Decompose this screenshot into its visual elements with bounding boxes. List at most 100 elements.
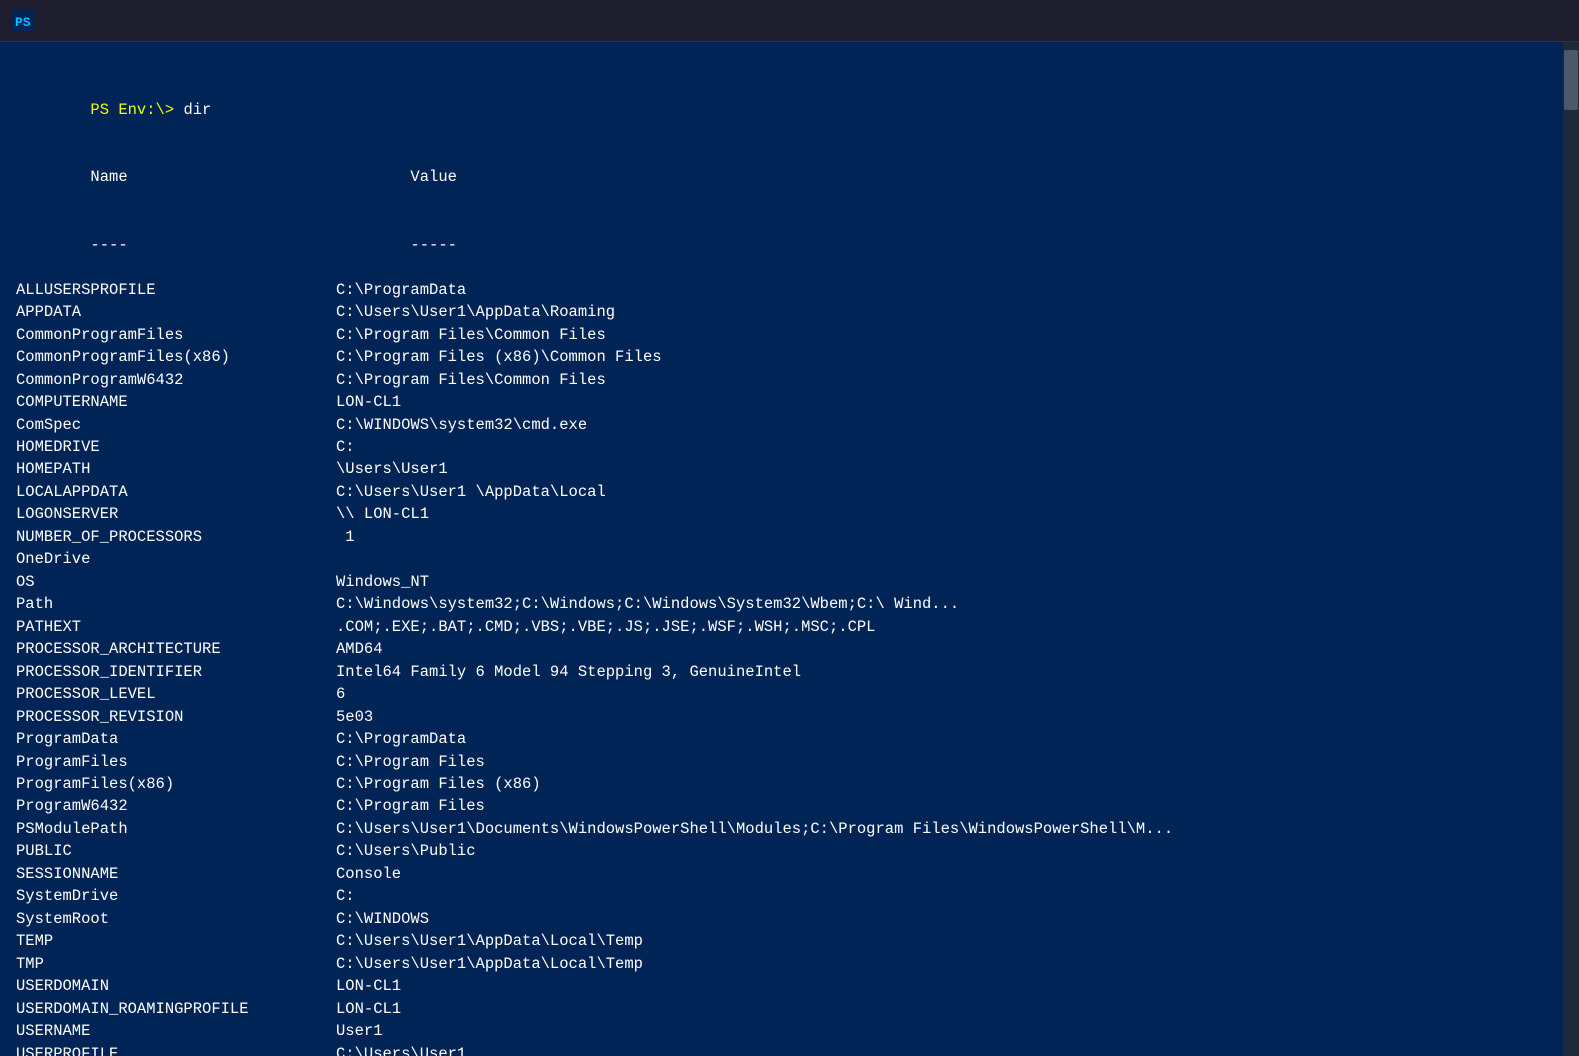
table-row: ProgramFilesC:\Program Files bbox=[16, 751, 1547, 773]
row-value: C:\Users\User1 \AppData\Local bbox=[336, 483, 606, 501]
table-row: PROCESSOR_REVISION5e03 bbox=[16, 706, 1547, 728]
row-value: Console bbox=[336, 865, 401, 883]
table-row: PUBLICC:\Users\Public bbox=[16, 840, 1547, 862]
row-name: SystemDrive bbox=[16, 885, 336, 907]
scrollbar[interactable] bbox=[1563, 42, 1579, 1056]
table-row: ProgramW6432C:\Program Files bbox=[16, 795, 1547, 817]
table-row: PROCESSOR_ARCHITECTUREAMD64 bbox=[16, 638, 1547, 660]
row-name: HOMEDRIVE bbox=[16, 436, 336, 458]
window-controls bbox=[1429, 0, 1567, 42]
row-name: Path bbox=[16, 593, 336, 615]
row-value: \Users\User1 bbox=[336, 460, 448, 478]
table-row: PROCESSOR_IDENTIFIERIntel64 Family 6 Mod… bbox=[16, 661, 1547, 683]
maximize-button[interactable] bbox=[1475, 0, 1521, 42]
row-value: C:\Program Files (x86) bbox=[336, 775, 541, 793]
row-name: SystemRoot bbox=[16, 908, 336, 930]
col-value-sep: ----- bbox=[410, 236, 457, 254]
row-name: PUBLIC bbox=[16, 840, 336, 862]
row-name: PROCESSOR_ARCHITECTURE bbox=[16, 638, 336, 660]
table-row: ProgramDataC:\ProgramData bbox=[16, 728, 1547, 750]
close-button[interactable] bbox=[1521, 0, 1567, 42]
row-value: C:\Users\User1\AppData\Local\Temp bbox=[336, 932, 643, 950]
row-value: 1 bbox=[336, 528, 355, 546]
row-value: C:\ProgramData bbox=[336, 281, 466, 299]
row-value: C:\Users\User1\AppData\Local\Temp bbox=[336, 955, 643, 973]
table-row: USERDOMAINLON-CL1 bbox=[16, 975, 1547, 997]
row-name: HOMEPATH bbox=[16, 458, 336, 480]
terminal-output[interactable]: PS Env:\> dir NameValue --------- ALLUSE… bbox=[0, 42, 1563, 1056]
table-row: ComSpecC:\WINDOWS\system32\cmd.exe bbox=[16, 414, 1547, 436]
row-name: TMP bbox=[16, 953, 336, 975]
row-value: C:\Users\User1\Documents\WindowsPowerShe… bbox=[336, 820, 1173, 838]
row-value: C:\Program Files\Common Files bbox=[336, 326, 606, 344]
row-value: LON-CL1 bbox=[336, 977, 401, 995]
table-row: OneDrive bbox=[16, 548, 1547, 570]
row-name: USERDOMAIN bbox=[16, 975, 336, 997]
row-value: 5e03 bbox=[336, 708, 373, 726]
row-value: C:\Users\User1\AppData\Roaming bbox=[336, 303, 615, 321]
row-value: C:\Program Files bbox=[336, 753, 485, 771]
table-row: ProgramFiles(x86)C:\Program Files (x86) bbox=[16, 773, 1547, 795]
row-name: LOGONSERVER bbox=[16, 503, 336, 525]
titlebar: PS bbox=[0, 0, 1579, 42]
row-name: OneDrive bbox=[16, 548, 336, 570]
table-row: LOGONSERVER\\ LON-CL1 bbox=[16, 503, 1547, 525]
col-value-header: Value bbox=[410, 168, 457, 186]
row-name: PSModulePath bbox=[16, 818, 336, 840]
table-row: COMPUTERNAMELON-CL1 bbox=[16, 391, 1547, 413]
row-value: C:\ProgramData bbox=[336, 730, 466, 748]
row-name: USERNAME bbox=[16, 1020, 336, 1042]
table-row: USERDOMAIN_ROAMINGPROFILELON-CL1 bbox=[16, 998, 1547, 1020]
row-value: C:\WINDOWS bbox=[336, 910, 429, 928]
row-value: Intel64 Family 6 Model 94 Stepping 3, Ge… bbox=[336, 663, 801, 681]
table-row: TEMPC:\Users\User1\AppData\Local\Temp bbox=[16, 930, 1547, 952]
row-value: C:\WINDOWS\system32\cmd.exe bbox=[336, 416, 587, 434]
row-value: C:\Windows\system32;C:\Windows;C:\Window… bbox=[336, 595, 959, 613]
scrollbar-thumb[interactable] bbox=[1564, 50, 1578, 110]
row-name: COMPUTERNAME bbox=[16, 391, 336, 413]
table-row: CommonProgramFilesC:\Program Files\Commo… bbox=[16, 324, 1547, 346]
row-name: PROCESSOR_IDENTIFIER bbox=[16, 661, 336, 683]
row-name: NUMBER_OF_PROCESSORS bbox=[16, 526, 336, 548]
table-row: OSWindows_NT bbox=[16, 571, 1547, 593]
row-value: User1 bbox=[336, 1022, 383, 1040]
row-value: Windows_NT bbox=[336, 573, 429, 591]
row-name: CommonProgramFiles bbox=[16, 324, 336, 346]
row-value: \\ LON-CL1 bbox=[336, 505, 429, 523]
content-area: PS Env:\> dir NameValue --------- ALLUSE… bbox=[0, 42, 1579, 1056]
table-row: CommonProgramFiles(x86)C:\Program Files … bbox=[16, 346, 1547, 368]
row-name: LOCALAPPDATA bbox=[16, 481, 336, 503]
col-name-header: Name bbox=[90, 166, 410, 188]
row-name: PROCESSOR_LEVEL bbox=[16, 683, 336, 705]
row-name: PROCESSOR_REVISION bbox=[16, 706, 336, 728]
table-row: USERNAMEUser1 bbox=[16, 1020, 1547, 1042]
table-row: CommonProgramW6432C:\Program Files\Commo… bbox=[16, 369, 1547, 391]
prompt-text: PS Env:\> bbox=[90, 101, 183, 119]
row-value: C:\Program Files (x86)\Common Files bbox=[336, 348, 662, 366]
command-prompt-line: PS Env:\> dir bbox=[16, 76, 1547, 143]
row-value: C: bbox=[336, 438, 355, 456]
table-row: LOCALAPPDATAC:\Users\User1 \AppData\Loca… bbox=[16, 481, 1547, 503]
row-name: SESSIONNAME bbox=[16, 863, 336, 885]
row-value: C:\Users\Public bbox=[336, 842, 476, 860]
row-value: LON-CL1 bbox=[336, 1000, 401, 1018]
row-value: .COM;.EXE;.BAT;.CMD;.VBS;.VBE;.JS;.JSE;.… bbox=[336, 618, 876, 636]
row-name: ALLUSERSPROFILE bbox=[16, 279, 336, 301]
data-rows: ALLUSERSPROFILEC:\ProgramDataAPPDATAC:\U… bbox=[16, 279, 1547, 1056]
col-name-sep: ---- bbox=[90, 234, 410, 256]
row-name: CommonProgramFiles(x86) bbox=[16, 346, 336, 368]
row-value: C:\Program Files bbox=[336, 797, 485, 815]
row-name: ProgramData bbox=[16, 728, 336, 750]
row-name: PATHEXT bbox=[16, 616, 336, 638]
row-name: TEMP bbox=[16, 930, 336, 952]
svg-text:PS: PS bbox=[15, 15, 31, 30]
row-name: ProgramFiles(x86) bbox=[16, 773, 336, 795]
row-value: AMD64 bbox=[336, 640, 383, 658]
table-row: SystemDriveC: bbox=[16, 885, 1547, 907]
blank-line bbox=[16, 54, 1547, 76]
table-row: TMPC:\Users\User1\AppData\Local\Temp bbox=[16, 953, 1547, 975]
minimize-button[interactable] bbox=[1429, 0, 1475, 42]
row-name: ProgramW6432 bbox=[16, 795, 336, 817]
powershell-window: PS PS Env:\> dir NameValue --------- bbox=[0, 0, 1579, 1056]
row-name: USERPROFILE bbox=[16, 1043, 336, 1056]
